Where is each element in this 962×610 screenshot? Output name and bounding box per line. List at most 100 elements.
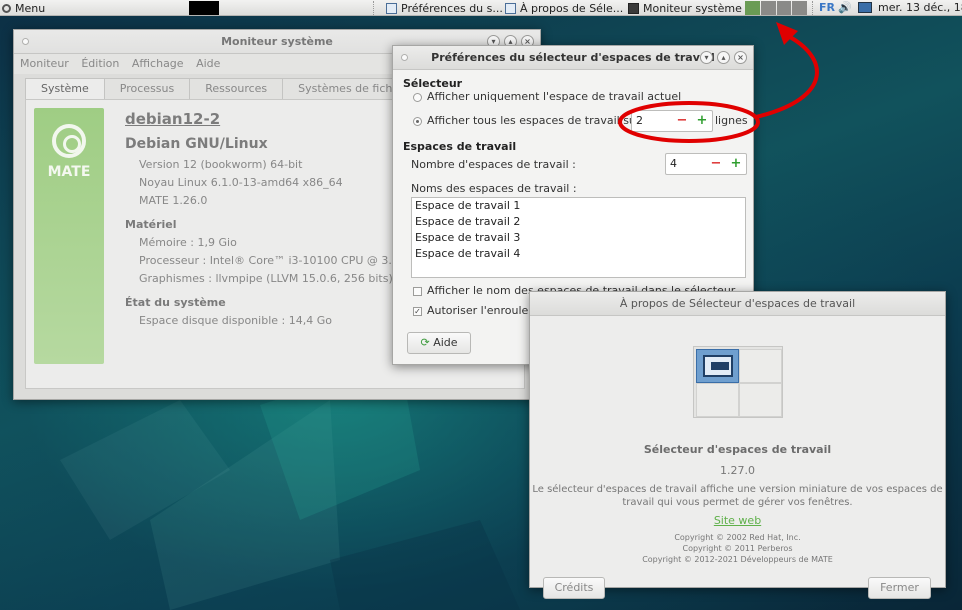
prefs-titlebar[interactable]: Préférences du sélecteur d'espaces de tr… [393, 46, 753, 70]
rows-decrement-button[interactable]: − [672, 111, 692, 131]
app-version: 1.27.0 [720, 464, 755, 477]
radio-current-only[interactable] [413, 93, 422, 102]
copyright-line: Copyright © 2011 Perberos [682, 544, 793, 553]
minimize-icon[interactable]: ▾ [700, 51, 713, 64]
workspace-cell [739, 349, 782, 383]
mate-logo-icon [52, 124, 86, 158]
workspace-2[interactable] [760, 1, 776, 15]
copyright-line: Copyright © 2002 Red Hat, Inc. [674, 533, 801, 542]
window-title: Moniteur système [221, 35, 333, 48]
status-heading: État du système [125, 296, 226, 309]
wrap-checkbox[interactable]: ✓ [413, 307, 422, 316]
workspace-cell [739, 383, 782, 417]
clock[interactable]: mer. 13 déc., 18:5 [878, 0, 962, 15]
rows-value[interactable]: 2 [632, 111, 672, 131]
radio-all-workspaces-label[interactable]: Afficher tous les espaces de travail sur… [427, 114, 648, 127]
workspace-names-list[interactable]: Espace de travail 1 Espace de travail 2 … [411, 197, 746, 278]
menu-affichage[interactable]: Affichage [132, 57, 184, 70]
help-button[interactable]: ⟳ Aide [407, 332, 471, 354]
tab-processus[interactable]: Processus [103, 78, 191, 99]
maximize-icon[interactable]: ▴ [717, 51, 730, 64]
task-prefs[interactable]: Préférences du s... [386, 0, 503, 15]
menu-label: Menu [15, 1, 46, 15]
app-description-line-1: Le sélecteur d'espaces de travail affich… [532, 484, 943, 495]
workspace-switcher-applet[interactable] [745, 1, 807, 15]
workspace-switcher-app-icon [693, 346, 783, 418]
workspace-count-value[interactable]: 4 [666, 154, 706, 174]
tab-ressources[interactable]: Ressources [189, 78, 284, 99]
help-icon: ⟳ [420, 336, 430, 349]
task-label: Préférences du s... [401, 1, 503, 15]
workspaces-heading: Espaces de travail [403, 140, 517, 153]
top-panel: Menu Préférences du s... À propos de Sél… [0, 0, 962, 16]
about-titlebar[interactable]: À propos de Sélecteur d'espaces de trava… [530, 292, 945, 316]
close-button[interactable]: Fermer [868, 577, 931, 599]
list-item[interactable]: Espace de travail 1 [412, 198, 745, 214]
tasklist-handle[interactable] [373, 1, 375, 15]
list-item[interactable]: Espace de travail 4 [412, 246, 745, 262]
tab-systeme[interactable]: Système [25, 78, 105, 100]
workspace-1[interactable] [745, 1, 760, 15]
mate-logo-text: MATE [47, 164, 91, 180]
window-menu-icon[interactable] [401, 54, 408, 61]
list-item[interactable]: Espace de travail 2 [412, 214, 745, 230]
menu-edition[interactable]: Édition [81, 57, 119, 70]
help-button-label: Aide [433, 336, 458, 349]
rows-spinner[interactable]: 2 − + [631, 110, 713, 132]
task-label: Moniteur système [643, 1, 742, 15]
task-label: À propos de Séle... [520, 1, 624, 15]
mate-version: MATE 1.26.0 [139, 194, 208, 207]
keyboard-layout-indicator[interactable]: FR [819, 0, 835, 15]
menu-aide[interactable]: Aide [196, 57, 220, 70]
workspace-4[interactable] [792, 1, 807, 15]
hardware-heading: Matériel [125, 218, 177, 231]
window-title: Préférences du sélecteur d'espaces de tr… [431, 51, 715, 64]
close-icon[interactable]: × [734, 51, 747, 64]
os-version: Version 12 (bookworm) 64-bit [139, 158, 303, 171]
app-name: Sélecteur d'espaces de travail [643, 443, 832, 456]
processor-info: Processeur : Intel® Core™ i3-10100 CPU @… [139, 254, 423, 267]
list-item[interactable]: Espace de travail 3 [412, 230, 745, 246]
workspace-switcher-icon [505, 2, 516, 14]
workspace-switcher-icon [386, 2, 397, 14]
system-monitor-icon [628, 2, 639, 14]
mate-logo: MATE [34, 108, 104, 364]
names-label: Noms des espaces de travail : [411, 182, 577, 195]
workspace-cell [696, 383, 739, 417]
app-description-line-2: travail qui vous permet de gérer vos fen… [622, 497, 853, 508]
network-icon[interactable] [858, 2, 872, 13]
os-name: Debian GNU/Linux [125, 136, 268, 152]
radio-all-workspaces[interactable] [413, 117, 422, 126]
about-dialog: À propos de Sélecteur d'espaces de trava… [529, 291, 946, 599]
window-title: À propos de Sélecteur d'espaces de trava… [619, 297, 856, 310]
rows-increment-button[interactable]: + [692, 111, 712, 131]
count-label: Nombre d'espaces de travail : [411, 158, 576, 171]
tray-handle [812, 1, 814, 15]
show-names-checkbox[interactable] [413, 287, 422, 296]
active-workspace-cell [696, 349, 739, 383]
credits-button[interactable]: Crédits [543, 577, 605, 599]
task-about[interactable]: À propos de Séle... [505, 0, 624, 15]
selector-heading: Sélecteur [403, 77, 463, 90]
task-sysmon[interactable]: Moniteur système [628, 0, 742, 15]
radio-current-only-label[interactable]: Afficher uniquement l'espace de travail … [427, 90, 681, 103]
graphics-info: Graphismes : llvmpipe (LLVM 15.0.6, 256 … [139, 272, 393, 285]
workspace-count-decrement-button[interactable]: − [706, 154, 726, 174]
rows-suffix: lignes [715, 114, 748, 127]
disk-info: Espace disque disponible : 14,4 Go [139, 314, 332, 327]
volume-icon[interactable]: 🔊 [838, 0, 852, 15]
workspace-3[interactable] [776, 1, 792, 15]
window-menu-icon[interactable] [22, 38, 29, 45]
black-applet[interactable] [189, 1, 219, 15]
sysmon-tabs: Système Processus Ressources Systèmes de… [25, 78, 429, 100]
wrap-label[interactable]: Autoriser l'enroulem [427, 304, 539, 317]
workspace-count-spinner[interactable]: 4 − + [665, 153, 747, 175]
copyright-line: Copyright © 2012-2021 Développeurs de MA… [642, 555, 833, 564]
workspace-count-increment-button[interactable]: + [726, 154, 746, 174]
website-link[interactable]: Site web [530, 514, 945, 527]
menu-moniteur[interactable]: Moniteur [20, 57, 69, 70]
kernel-version: Noyau Linux 6.1.0-13-amd64 x86_64 [139, 176, 343, 189]
mate-menu-icon [2, 3, 11, 13]
hostname: debian12-2 [125, 110, 221, 128]
menu-button[interactable]: Menu [2, 0, 46, 15]
